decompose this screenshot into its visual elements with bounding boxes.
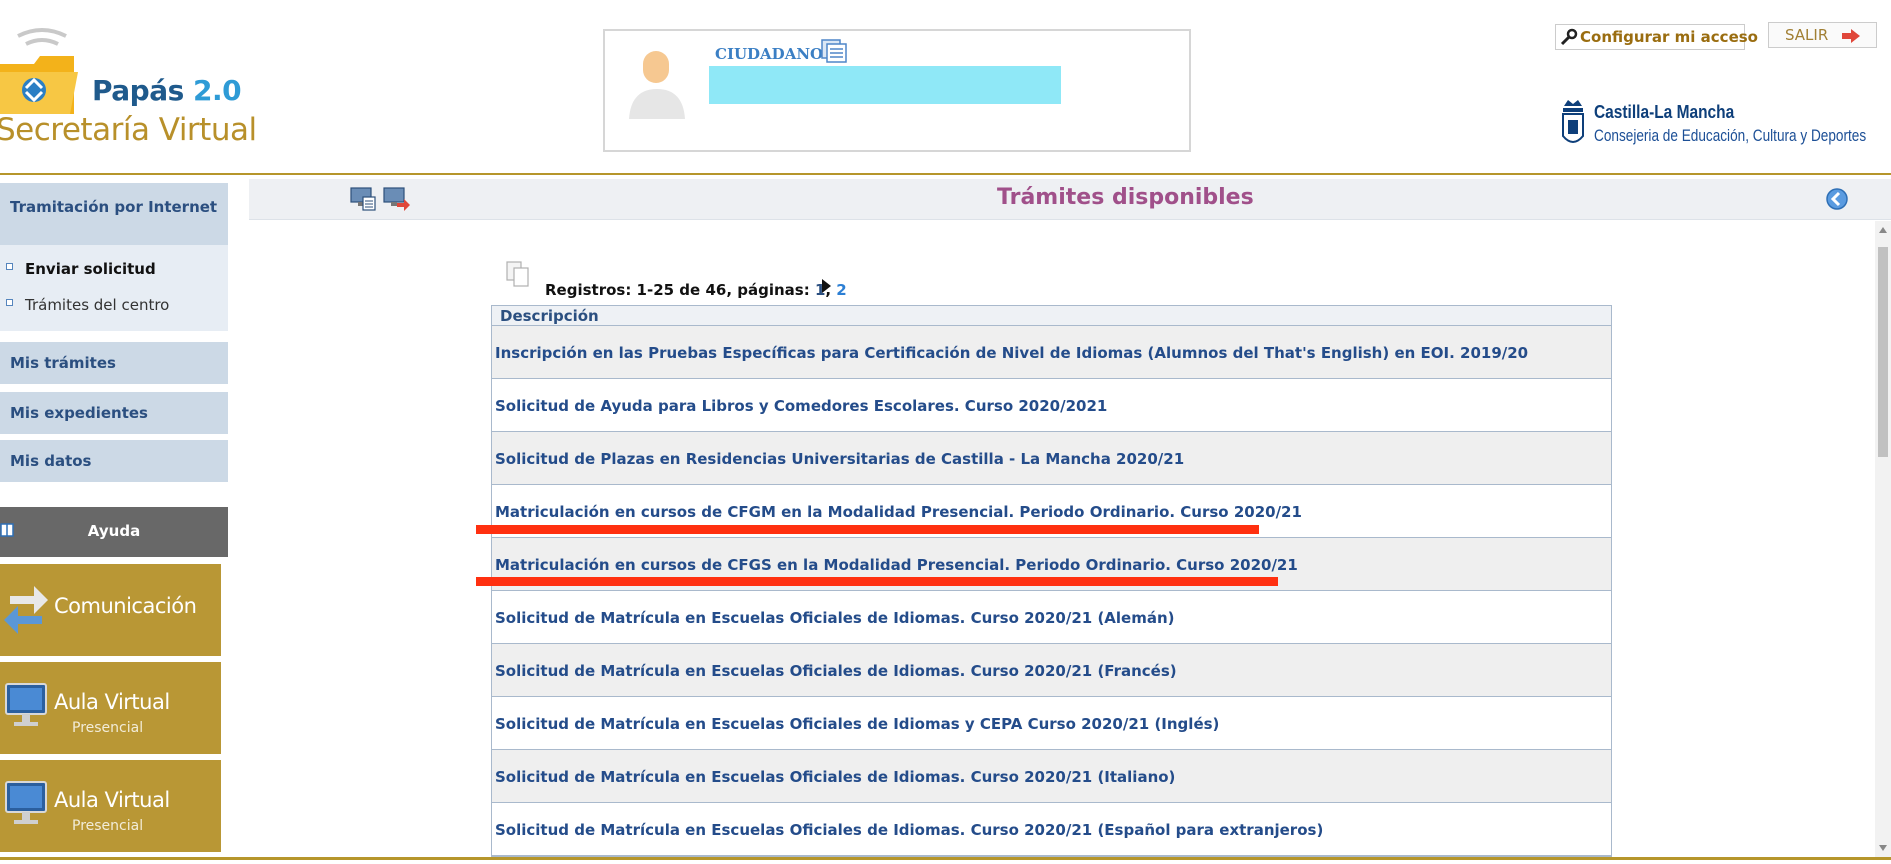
banner-comunicacion-label: Comunicación — [54, 594, 197, 618]
records-count: Registros: 1-25 de 46, páginas: 1, 2 — [545, 281, 847, 299]
crest-icon — [1562, 100, 1584, 143]
table-row[interactable]: Solicitud de Matrícula en Escuelas Ofici… — [492, 750, 1611, 803]
wrench-icon — [1560, 28, 1578, 46]
vertical-scrollbar[interactable] — [1875, 221, 1891, 857]
logo-subtitle: Secretaría Virtual — [0, 112, 257, 148]
table-row[interactable]: Solicitud de Plazas en Residencias Unive… — [492, 432, 1611, 485]
banner-aula-title: Aula Virtual — [54, 788, 170, 812]
banner-aula-sub: Presencial — [72, 818, 144, 834]
banner-comunicacion[interactable]: Comunicación — [0, 564, 221, 656]
sidebar-submenu — [0, 245, 228, 331]
banner-aula-title: Aula Virtual — [54, 690, 170, 714]
banner-aula-virtual[interactable]: Aula Virtual Presencial — [0, 760, 221, 852]
sidebar: Tramitación por Internet Enviar solicitu… — [0, 183, 228, 864]
sidebar-item-mis-datos[interactable]: Mis datos — [0, 440, 228, 482]
table-row[interactable]: Solicitud de Ayuda para Libros y Comedor… — [492, 379, 1611, 432]
banner-aula-sub: Presencial — [72, 720, 144, 736]
user-role-label: CIUDADANO — [715, 45, 824, 63]
user-name-redacted — [709, 66, 1061, 104]
exchange-arrows-icon — [4, 586, 48, 634]
banner-aula-virtual[interactable]: Aula Virtual Presencial — [0, 662, 221, 754]
help-label: Ayuda — [87, 522, 141, 540]
page-header: Papás 2.0 Secretaría Virtual CIUDADANO C… — [0, 0, 1891, 175]
help-button[interactable]: Ayuda — [0, 507, 228, 557]
exit-label: SALIR — [1785, 26, 1829, 44]
avatar — [629, 51, 685, 119]
scroll-up-icon[interactable] — [1879, 227, 1887, 233]
org-name: Castilla-La Mancha — [1594, 102, 1735, 122]
jccm-logo: Castilla-La Mancha Consejeria de Educaci… — [1560, 98, 1880, 152]
sidebar-item-tramites-centro[interactable]: Trámites del centro — [0, 296, 228, 314]
table-row[interactable]: Solicitud de Matrícula en Escuelas Ofici… — [492, 697, 1611, 750]
org-department: Consejeria de Educación, Cultura y Depor… — [1594, 126, 1867, 145]
page-link-2[interactable]: 2 — [836, 281, 846, 299]
configure-access-label: Configurar mi acceso — [1580, 28, 1758, 46]
sidebar-item-mis-tramites[interactable]: Mis trámites — [0, 342, 228, 384]
list-icon[interactable] — [821, 39, 847, 63]
monitor-icon — [5, 683, 47, 726]
bullet-icon — [6, 299, 13, 306]
table-row[interactable]: Solicitud de Matrícula en Escuelas Ofici… — [492, 803, 1611, 856]
records-label: Registros: 1-25 de 46, páginas: — [545, 281, 815, 299]
header-divider — [0, 173, 1891, 175]
sidebar-item-label: Enviar solicitud — [25, 260, 156, 278]
bullet-icon — [6, 263, 13, 270]
sidebar-item-enviar-solicitud[interactable]: Enviar solicitud — [0, 260, 228, 278]
main-content: Registros: 1-25 de 46, páginas: 1, 2 Des… — [231, 221, 1871, 857]
next-page-icon[interactable] — [822, 279, 831, 293]
table-header-description: Descripción — [492, 306, 1611, 326]
sidebar-item-mis-expedientes[interactable]: Mis expedientes — [0, 392, 228, 434]
copy-icon[interactable] — [506, 261, 530, 287]
arrow-right-icon — [1842, 29, 1860, 43]
table-row[interactable]: Solicitud de Matrícula en Escuelas Ofici… — [492, 644, 1611, 697]
highlight-underline — [476, 577, 1278, 586]
scroll-down-icon[interactable] — [1879, 845, 1887, 851]
table-row[interactable]: Inscripción en las Pruebas Específicas p… — [492, 326, 1611, 379]
sidebar-item-label: Trámites del centro — [25, 296, 170, 314]
sidebar-section-tramitacion[interactable]: Tramitación por Internet — [0, 183, 228, 245]
logo-title: Papás 2.0 — [92, 74, 242, 107]
monitor-icon — [5, 781, 47, 824]
scroll-thumb[interactable] — [1878, 247, 1888, 457]
page-title: Trámites disponibles — [997, 185, 1254, 210]
header-spacer — [231, 179, 249, 220]
highlight-underline — [476, 525, 1259, 534]
back-circle-icon[interactable] — [1825, 187, 1849, 211]
monitor-arrow-icon[interactable] — [383, 187, 411, 211]
configure-access-button[interactable]: Configurar mi acceso — [1555, 24, 1758, 50]
footer-divider — [0, 857, 1891, 860]
exit-button[interactable]: SALIR — [1768, 22, 1877, 48]
user-info-box: CIUDADANO — [603, 29, 1191, 152]
book-icon — [0, 523, 14, 537]
table-row[interactable]: Solicitud de Matrícula en Escuelas Ofici… — [492, 591, 1611, 644]
monitor-list-icon[interactable] — [350, 187, 376, 211]
app-window: Papás 2.0 Secretaría Virtual CIUDADANO C… — [0, 0, 1891, 864]
main-header-bar: Trámites disponibles — [231, 179, 1891, 220]
